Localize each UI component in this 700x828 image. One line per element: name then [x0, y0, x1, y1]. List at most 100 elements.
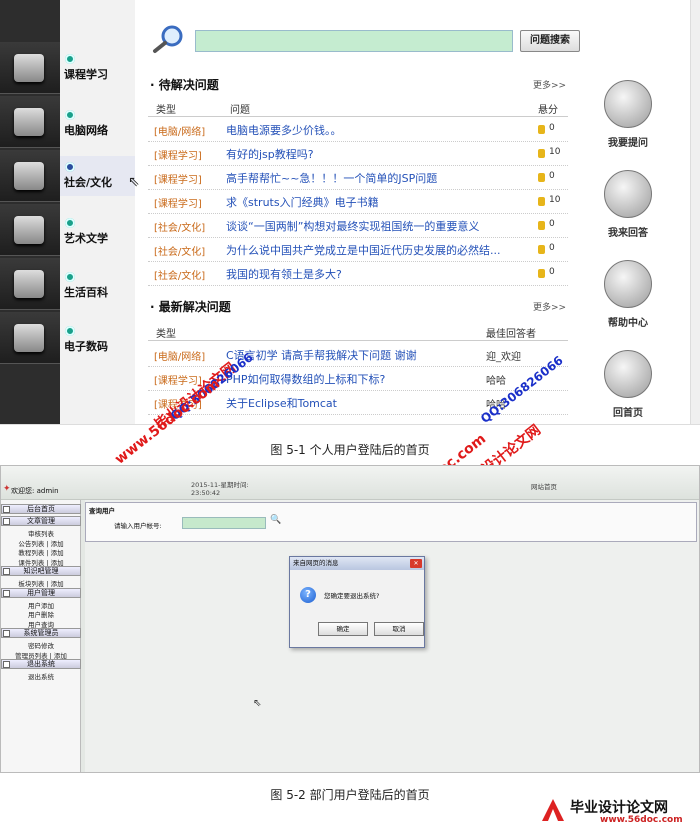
- logo-icon: ✦: [3, 484, 11, 494]
- bullet-icon: [65, 272, 75, 282]
- sidebar-item[interactable]: 密码修改: [1, 640, 81, 650]
- admin-top-bar: ✦ 欢迎您: admin 2015-11-星期时间: 23:50:42 网站首页: [1, 466, 699, 500]
- sidebar-item[interactable]: 审核列表: [1, 528, 81, 538]
- answer-button[interactable]: 我来回答: [593, 170, 663, 239]
- coin-icon: [538, 269, 545, 278]
- welcome-text: 欢迎您: admin: [11, 487, 59, 495]
- table-row[interactable]: [社会/文化] 为什么说中国共产党成立是中国近代历史发展的必然结... 0: [148, 238, 568, 262]
- search-button[interactable]: 问题搜索: [520, 30, 580, 52]
- nav-item-art[interactable]: 艺术文学: [60, 212, 135, 252]
- site-home-link[interactable]: 网站首页: [531, 481, 557, 491]
- collapse-icon[interactable]: [3, 518, 10, 525]
- collapse-icon[interactable]: [3, 568, 10, 575]
- table-row[interactable]: [电脑/网络] 电脑电源要多少价钱。。 0: [148, 118, 568, 142]
- sidebar-group-label: 用户管理: [27, 588, 55, 597]
- society-icon[interactable]: [0, 150, 60, 202]
- bullet-icon: [65, 162, 75, 172]
- figure-caption-1: 图 5-1 个人用户登陆后的首页: [270, 443, 430, 457]
- coin-icon: [538, 173, 545, 182]
- bullet-icon: [65, 326, 75, 336]
- sidebar-item[interactable]: 课件列表 | 添加: [1, 557, 81, 567]
- sidebar-item[interactable]: 板块列表 | 添加: [1, 578, 81, 588]
- brand-logo-icon: [542, 799, 564, 821]
- answer-icon: [604, 170, 652, 218]
- course-icon[interactable]: [0, 42, 60, 94]
- life-icon[interactable]: [0, 258, 60, 310]
- ok-button[interactable]: 确定: [318, 622, 368, 636]
- pending-section-title: · 待解决问题: [150, 78, 219, 92]
- table-row[interactable]: [电脑/网络] C语言初学 请高手帮我解决下问题 谢谢 迎_欢迎: [148, 343, 568, 367]
- coin-icon: [538, 149, 545, 158]
- col-score: 悬分: [538, 105, 558, 116]
- table-row[interactable]: [课程学习] 有好的jsp教程吗? 10: [148, 142, 568, 166]
- table-row[interactable]: [社会/文化] 我国的现有领土是多大? 0: [148, 262, 568, 286]
- question-icon: ?: [300, 587, 316, 603]
- collapse-icon[interactable]: [3, 589, 10, 597]
- sidebar-item[interactable]: 用户删除: [1, 609, 81, 619]
- table-row[interactable]: [课程学习] 高手帮帮忙~~急！！！一个简单的JSP问题 0: [148, 166, 568, 190]
- table-row[interactable]: [课程学习] 求《struts入门经典》电子书籍 10: [148, 190, 568, 214]
- home-icon: [604, 350, 652, 398]
- sidebar-group-header[interactable]: 系统管理员: [1, 628, 81, 638]
- collapse-icon[interactable]: [3, 630, 10, 637]
- nav-item-life[interactable]: 生活百科: [60, 266, 135, 306]
- screenshot-admin-home: ✦ 欢迎您: admin 2015-11-星期时间: 23:50:42 网站首页…: [0, 465, 700, 773]
- sidebar-item[interactable]: 管理员列表 | 添加: [1, 650, 81, 660]
- pending-more-link[interactable]: 更多>>: [533, 78, 566, 91]
- ask-question-button[interactable]: 我要提问: [593, 80, 663, 149]
- confirm-dialog: 来自网页的消息 ✕ ? 您确定要退出系统? 确定 取消: [289, 556, 425, 648]
- right-action-column: 我要提问 我来回答 帮助中心 回首页: [593, 70, 668, 420]
- brand-site: www.56doc.com: [600, 815, 683, 825]
- footer-brand: 毕业设计论文网 www.56doc.com: [540, 795, 700, 828]
- sidebar-group-header[interactable]: 退出系统: [1, 659, 81, 669]
- scrollbar[interactable]: [690, 0, 700, 424]
- table-row[interactable]: [社会/文化] 谈谈“一国两制”构想对最终实现祖国统一的重要意义 0: [148, 214, 568, 238]
- datetime: 2015-11-星期时间: 23:50:42: [191, 481, 249, 497]
- collapse-icon[interactable]: [3, 661, 10, 668]
- sidebar-group-label: 知识吧管理: [23, 567, 59, 575]
- nav-item-society[interactable]: 社会/文化: [60, 156, 135, 196]
- sidebar-item[interactable]: 用户查询: [1, 619, 81, 629]
- coin-icon: [538, 245, 545, 254]
- art-icon[interactable]: [0, 204, 60, 256]
- search-icon[interactable]: 🔍: [270, 515, 281, 525]
- sidebar-item[interactable]: 公告列表 | 添加: [1, 538, 81, 548]
- computer-icon[interactable]: [0, 96, 60, 148]
- query-user-panel: 查询用户 请输入用户帐号: 🔍: [85, 502, 697, 542]
- sidebar-group-header[interactable]: 文章管理: [1, 516, 81, 526]
- account-input[interactable]: [182, 517, 266, 529]
- sidebar-item[interactable]: 退出系统: [1, 671, 81, 681]
- sidebar-group-label: 后台首页: [27, 505, 55, 513]
- sidebar-group-header[interactable]: 知识吧管理: [1, 566, 81, 576]
- nav-item-computer[interactable]: 电脑网络: [60, 104, 135, 144]
- search-input[interactable]: [195, 30, 513, 52]
- mouse-cursor-icon: ⇖: [253, 698, 262, 709]
- mouse-cursor-icon: ⇖: [128, 174, 140, 190]
- col-type: 类型: [156, 105, 176, 116]
- left-icon-strip: [0, 0, 60, 424]
- sidebar-item[interactable]: 用户添加: [1, 600, 81, 610]
- sidebar-group-header[interactable]: 后台首页: [1, 504, 81, 514]
- solved-section-title: · 最新解决问题: [150, 300, 231, 314]
- solved-more-link[interactable]: 更多>>: [533, 300, 566, 313]
- cancel-button[interactable]: 取消: [374, 622, 424, 636]
- sidebar-item[interactable]: 教程列表 | 添加: [1, 547, 81, 557]
- dialog-title: 来自网页的消息: [290, 557, 424, 570]
- home-button[interactable]: 回首页: [593, 350, 663, 419]
- nav-item-course[interactable]: 课程学习: [60, 48, 135, 88]
- bullet-icon: [65, 54, 75, 64]
- sidebar-group-label: 退出系统: [27, 660, 55, 668]
- nav-item-digital[interactable]: 电子数码: [60, 320, 135, 360]
- digital-icon[interactable]: [0, 312, 60, 364]
- ask-icon: [604, 80, 652, 128]
- coin-icon: [538, 125, 545, 134]
- category-nav: 课程学习 电脑网络 社会/文化 艺术文学 生活百科 电子数码: [60, 0, 135, 424]
- panel-title: 查询用户: [89, 507, 115, 515]
- col-type: 类型: [156, 329, 176, 340]
- help-center-button[interactable]: 帮助中心: [593, 260, 663, 329]
- bullet-icon: [65, 218, 75, 228]
- close-icon[interactable]: ✕: [410, 559, 422, 568]
- screenshot-personal-home: 课程学习 电脑网络 社会/文化 艺术文学 生活百科 电子数码 ⇖ 问题搜索 · …: [0, 0, 700, 425]
- sidebar-group-header[interactable]: 用户管理: [1, 587, 81, 598]
- collapse-icon[interactable]: [3, 506, 10, 513]
